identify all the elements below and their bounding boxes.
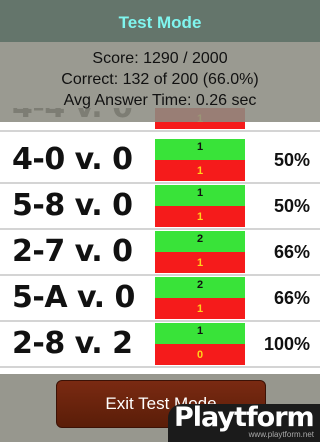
score-text: Score: 1290 / 2000: [92, 50, 228, 67]
wrong-bar: 1: [155, 298, 245, 319]
hand-label: 2-7 v. 0: [12, 234, 133, 269]
hand-label: 4-0 v. 0: [12, 142, 133, 177]
result-bar: 1 0: [155, 323, 245, 365]
wrong-count: 1: [196, 257, 204, 269]
wrong-bar: 1: [155, 160, 245, 181]
result-row[interactable]: 2-7 v. 0 2 1 66%: [0, 230, 320, 276]
result-bar: 1 1: [155, 139, 245, 181]
watermark-logo: Playtform www.playtform.net: [168, 402, 320, 442]
page-title: Test Mode: [0, 0, 320, 42]
hand-label: 5-8 v. 0: [12, 188, 133, 223]
hand-label: 5-A v. 0: [12, 280, 135, 315]
avg-time-text: Avg Answer Time: 0.26 sec: [63, 92, 257, 109]
wrong-bar: 1: [155, 206, 245, 227]
correct-count: 2: [196, 279, 204, 291]
correct-count: 2: [196, 233, 204, 245]
percent-label: 100%: [263, 334, 310, 354]
result-bar: 2 1: [155, 277, 245, 319]
wrong-bar: 0: [155, 344, 245, 365]
stats-header: Test Mode Score: 1290 / 2000 Correct: 13…: [0, 0, 320, 122]
wrong-count: 1: [196, 211, 204, 223]
percent-label: 66%: [273, 288, 310, 308]
correct-bar: 1: [155, 139, 245, 160]
wrong-count: 1: [196, 303, 204, 315]
watermark-url: www.playtform.net: [248, 430, 314, 439]
correct-count: 1: [196, 141, 204, 153]
result-row[interactable]: 5-A v. 0 2 1 66%: [0, 276, 320, 322]
correct-count: 1: [196, 187, 204, 199]
correct-bar: 2: [155, 231, 245, 252]
correct-bar: 2: [155, 277, 245, 298]
correct-bar: 1: [155, 323, 245, 344]
wrong-count: 0: [196, 349, 204, 361]
wrong-bar: 1: [155, 252, 245, 273]
result-row[interactable]: 5-8 v. 0 1 1 50%: [0, 184, 320, 230]
wrong-count: 1: [196, 165, 204, 177]
correct-bar: 1: [155, 185, 245, 206]
result-row[interactable]: 4-0 v. 0 1 1 50%: [0, 138, 320, 184]
results-list[interactable]: 4-4 v. 0 1 4-0 v. 0 1 1 50% 5-8 v. 0 1 1…: [0, 108, 320, 378]
percent-label: 66%: [273, 242, 310, 262]
stats-panel: Score: 1290 / 2000 Correct: 132 of 200 (…: [0, 48, 320, 111]
correct-text: Correct: 132 of 200 (66.0%): [61, 71, 259, 88]
hand-label: 2-8 v. 2: [12, 326, 133, 361]
percent-label: 50%: [273, 196, 310, 216]
result-bar: 1 1: [155, 185, 245, 227]
percent-label: 50%: [273, 150, 310, 170]
correct-count: 1: [196, 325, 204, 337]
watermark-name: Playtform: [174, 402, 315, 433]
result-row[interactable]: 2-8 v. 2 1 0 100%: [0, 322, 320, 368]
result-bar: 2 1: [155, 231, 245, 273]
